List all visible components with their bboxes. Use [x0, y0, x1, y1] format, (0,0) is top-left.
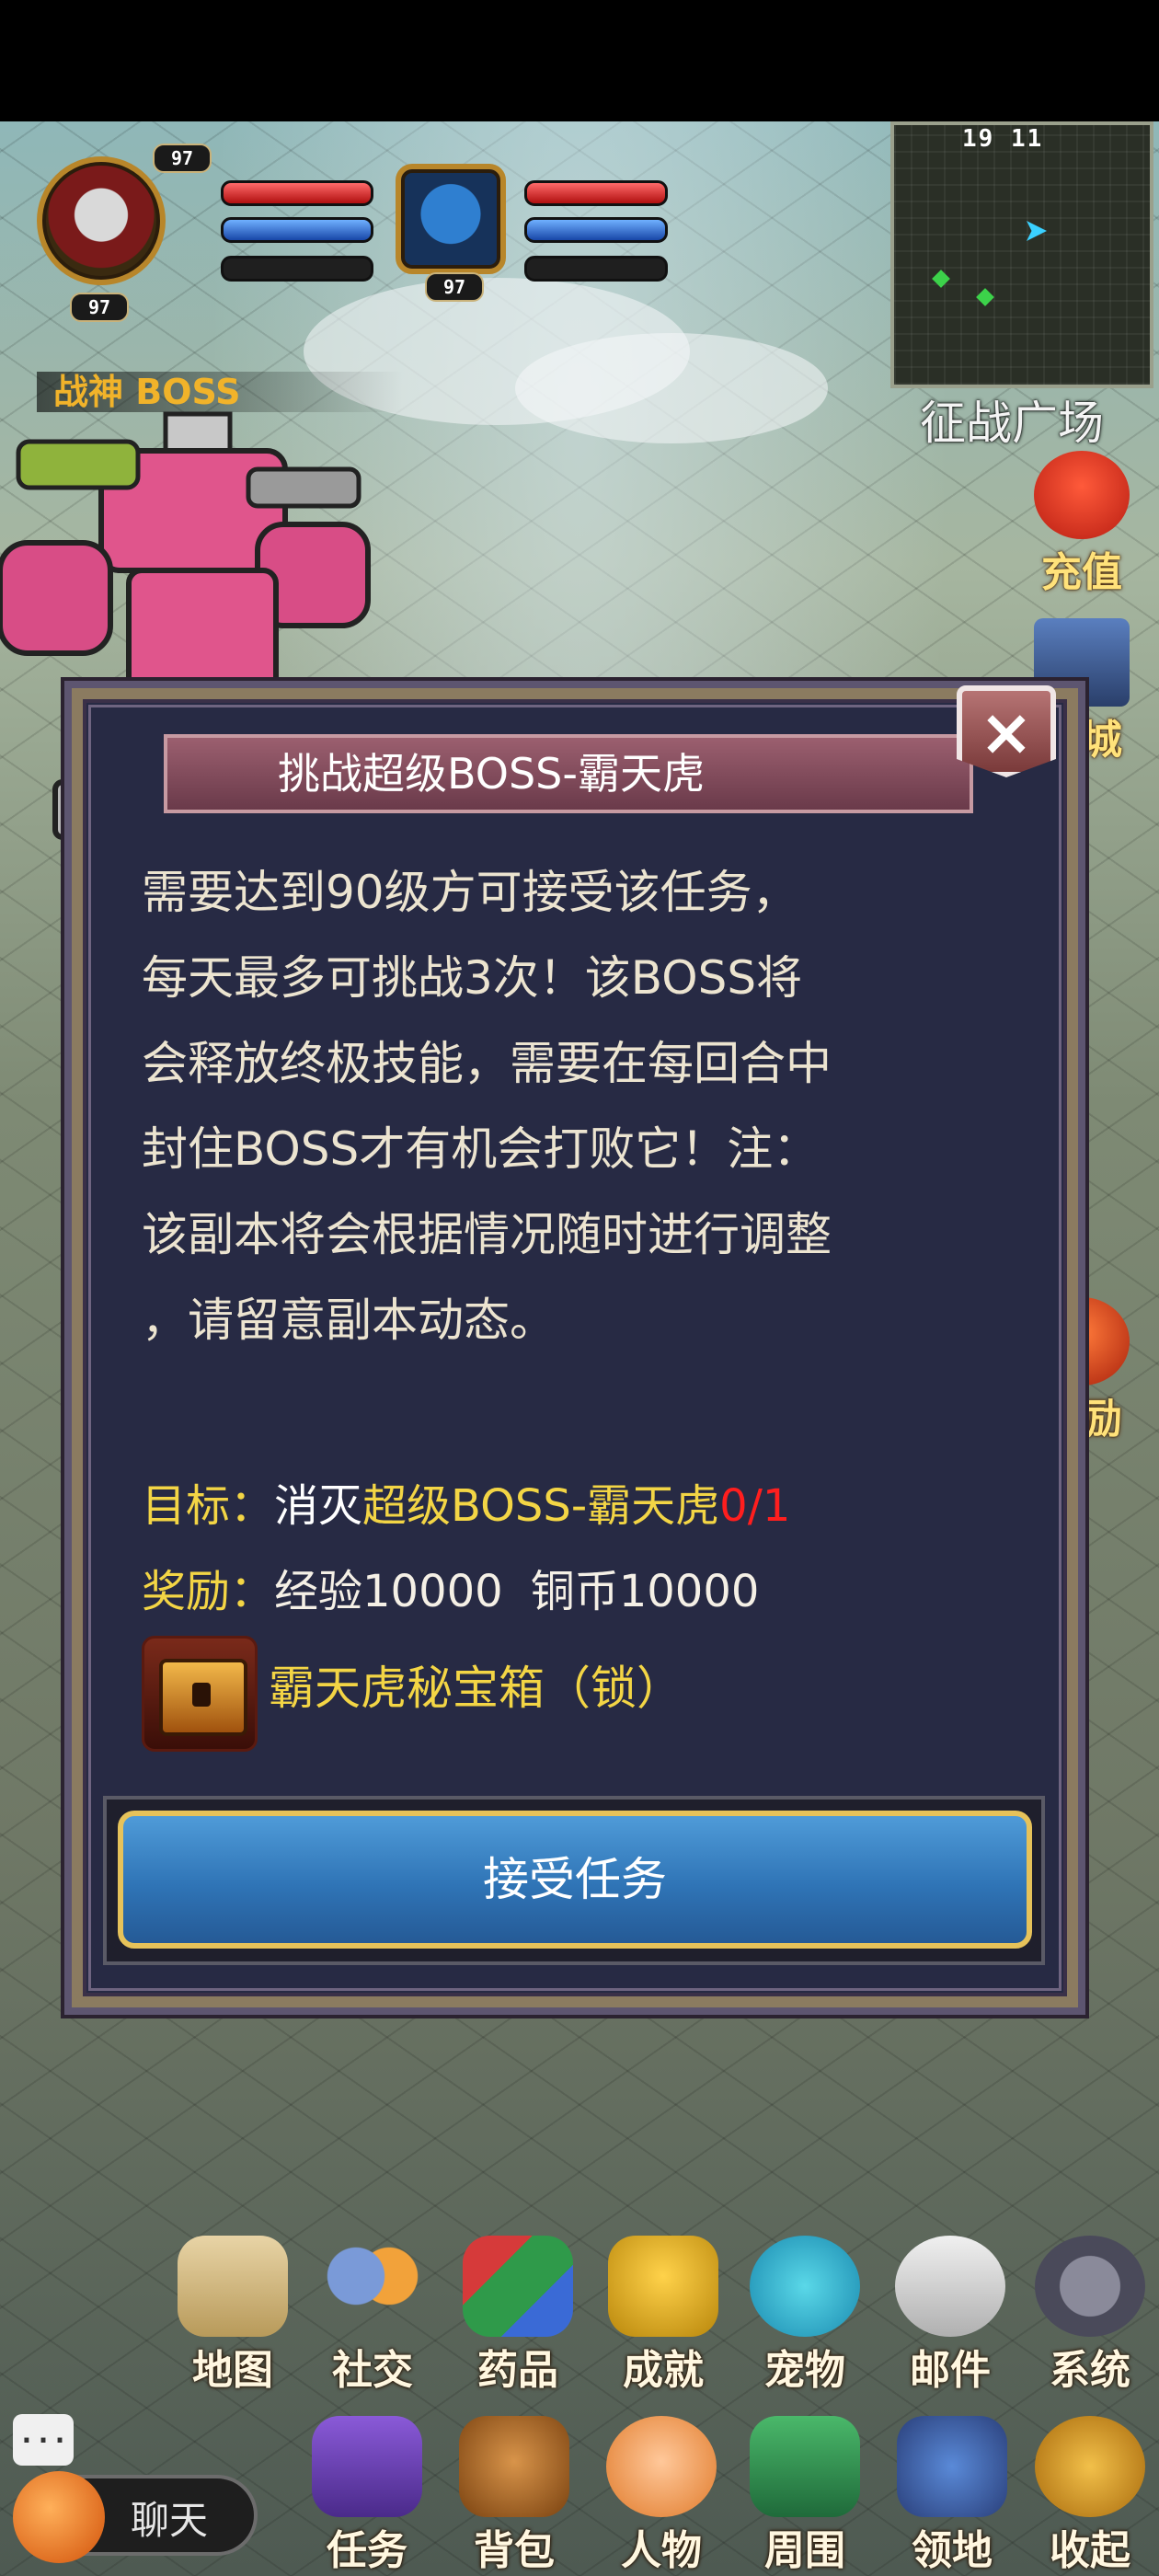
player-mp-bar: [221, 217, 373, 243]
menu-pet[interactable]: 宠物: [736, 2236, 874, 2396]
menu-label: 宠物: [764, 2347, 845, 2394]
menu-social[interactable]: 社交: [304, 2236, 442, 2396]
player-level-badge-bottom: 97: [70, 293, 129, 322]
treasure-chest-icon: [159, 1659, 247, 1736]
menu-label: 药品: [477, 2347, 558, 2394]
menu-mail[interactable]: 邮件: [881, 2236, 1019, 2396]
collapse-icon: [1035, 2416, 1145, 2517]
menu-label: 系统: [1050, 2347, 1130, 2394]
character-icon: [606, 2416, 717, 2517]
quest-description: 需要达到90级方可接受该任务， 每天最多可挑战3次！该BOSS将 会释放终极技能…: [142, 850, 1025, 1363]
npc-marker-icon: [932, 270, 950, 288]
zone-name: 征战广场: [920, 397, 1104, 450]
menu-label: 人物: [621, 2527, 702, 2574]
menu-territory[interactable]: 领地: [883, 2416, 1021, 2576]
trophy-icon: [608, 2236, 718, 2337]
npc-marker-icon: [976, 288, 994, 306]
goal-target: 超级BOSS-霸天虎: [362, 1480, 720, 1532]
minimap[interactable]: 19 11: [890, 121, 1153, 388]
chat-button[interactable]: ... 聊天: [13, 2414, 258, 2563]
pet-exp-bar: [524, 256, 668, 282]
chat-avatar-icon: [13, 2471, 105, 2563]
quest-book-icon: [312, 2416, 422, 2517]
accept-quest-button[interactable]: 接受任务: [118, 1811, 1032, 1949]
backpack-icon: [459, 2416, 569, 2517]
potion-icon: [463, 2236, 573, 2337]
menu-map[interactable]: 地图: [164, 2236, 302, 2396]
menu-collapse[interactable]: 收起: [1021, 2416, 1159, 2576]
chat-bubble-icon: ...: [13, 2414, 74, 2466]
cloud: [515, 333, 828, 443]
player-marker-icon: [1027, 221, 1047, 241]
menu-label: 邮件: [910, 2347, 991, 2394]
menu-label: 领地: [912, 2527, 993, 2574]
surroundings-icon: [750, 2416, 860, 2517]
goal-verb: 消灭: [274, 1480, 363, 1532]
menu-potion[interactable]: 药品: [449, 2236, 587, 2396]
recharge-label: 充值: [1041, 549, 1122, 596]
menu-label: 成就: [623, 2347, 704, 2394]
menu-label: 周围: [764, 2527, 845, 2574]
gift-bag-icon: [1034, 451, 1130, 539]
menu-surroundings[interactable]: 周围: [736, 2416, 874, 2576]
menu-label: 收起: [1050, 2527, 1130, 2574]
reward-coins: 铜币10000: [530, 1566, 760, 1617]
close-button[interactable]: ×: [957, 685, 1056, 777]
reward-item-slot[interactable]: [142, 1636, 258, 1752]
menu-quest[interactable]: 任务: [298, 2416, 436, 2576]
goal-label: 目标：: [142, 1480, 275, 1532]
menu-system[interactable]: 系统: [1021, 2236, 1159, 2396]
description-line: 会释放终极技能，需要在每回合中: [142, 1037, 832, 1090]
menu-label: 地图: [192, 2347, 273, 2394]
reward-label: 奖励：: [142, 1566, 275, 1617]
menu-label: 社交: [332, 2347, 413, 2394]
gear-icon: [1035, 2236, 1145, 2337]
description-line: 每天最多可挑战3次！该BOSS将: [142, 951, 803, 1005]
player-hp-bar: [221, 180, 373, 206]
menu-character[interactable]: 人物: [592, 2416, 730, 2576]
reward-item-name: 霸天虎秘宝箱（锁）: [269, 1662, 683, 1715]
chat-label: 聊天: [131, 2498, 209, 2543]
pet-icon: [750, 2236, 860, 2337]
recharge-button[interactable]: 充值: [1027, 451, 1137, 598]
dialog-title: 挑战超级BOSS-霸天虎: [164, 734, 973, 813]
description-line: 需要达到90级方可接受该任务，: [142, 866, 798, 919]
menu-backpack[interactable]: 背包: [445, 2416, 583, 2576]
social-icon: [317, 2236, 428, 2337]
pet-level-badge: 97: [425, 272, 484, 302]
minimap-coords: 19 11: [962, 125, 1044, 153]
quest-reward: 奖励：经验10000 铜币10000: [142, 1548, 759, 1635]
description-line: 该副本将会根据情况随时进行调整: [142, 1208, 832, 1261]
pet-mp-bar: [524, 217, 668, 243]
goal-progress: 0/1: [719, 1480, 791, 1532]
map-icon: [178, 2236, 288, 2337]
player-portrait[interactable]: [37, 156, 166, 285]
quest-goal: 目标：消灭超级BOSS-霸天虎0/1: [142, 1463, 790, 1549]
menu-label: 任务: [327, 2527, 407, 2574]
pet-portrait[interactable]: [396, 164, 506, 274]
close-icon: ×: [979, 695, 1034, 770]
menu-achievement[interactable]: 成就: [594, 2236, 732, 2396]
reward-exp: 经验10000: [274, 1566, 503, 1617]
player-level-badge: 97: [153, 144, 212, 173]
status-bar-area: [0, 0, 1159, 121]
pet-hp-bar: [524, 180, 668, 206]
player-exp-bar: [221, 256, 373, 282]
description-line: 封住BOSS才有机会打败它！注：: [142, 1122, 820, 1176]
menu-label: 背包: [474, 2527, 555, 2574]
territory-icon: [897, 2416, 1007, 2517]
mail-icon: [895, 2236, 1005, 2337]
description-line: ，请留意副本动态。: [142, 1294, 556, 1347]
